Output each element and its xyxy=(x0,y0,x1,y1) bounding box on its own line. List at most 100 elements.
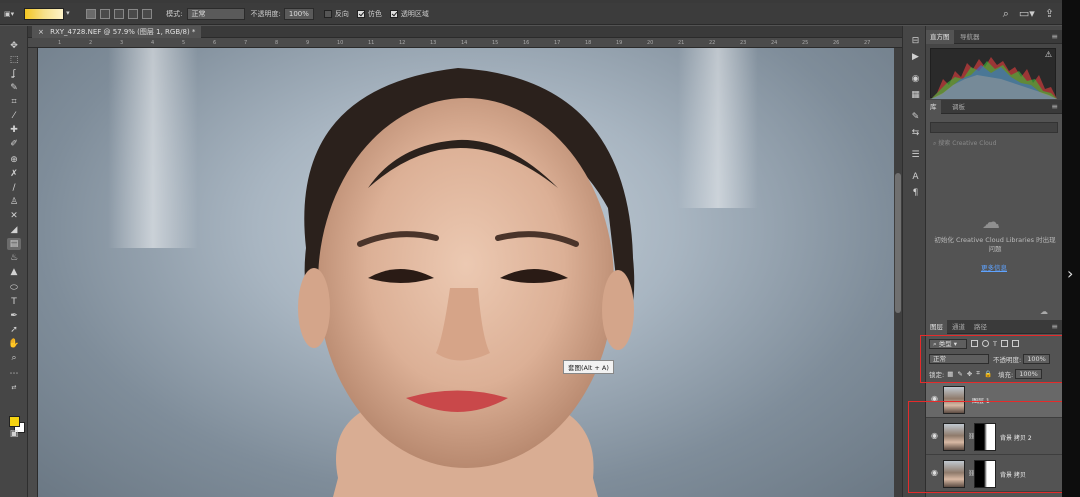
ruler-tick-label: 15 xyxy=(492,40,499,46)
panel-menu-icon[interactable]: ≡ xyxy=(1051,32,1058,41)
more-info-link[interactable]: 更多信息 xyxy=(926,262,1062,272)
tool-preset-icon[interactable]: ▣▾ xyxy=(4,10,14,18)
vertical-ruler xyxy=(28,48,38,497)
tab-navigator[interactable]: 导航器 xyxy=(956,30,984,44)
share-icon[interactable]: ⇪ xyxy=(1045,7,1054,21)
gradient-dropdown-icon[interactable]: ▾ xyxy=(66,9,76,19)
options-bar: ▣▾ ▾ 模式: 正常 不透明度: 100% 反向 仿色 透明区域 ⌕ ▭▾ ⇪ xyxy=(0,3,1062,25)
tab-libraries[interactable]: 库 xyxy=(926,100,941,114)
ruler-tick-label: 20 xyxy=(647,40,654,46)
brushes-panel-icon[interactable]: ✎ xyxy=(910,112,921,123)
mode-select[interactable]: 正常 xyxy=(186,7,245,20)
ruler-tick-label: 12 xyxy=(399,40,406,46)
eraser-alt-tool-icon[interactable]: ◢ xyxy=(7,224,21,236)
dither-label: 仿色 xyxy=(367,9,382,18)
search-icon[interactable]: ⌕ xyxy=(1003,7,1009,21)
transparency-label: 透明区域 xyxy=(400,9,429,18)
ruler-tick-label: 13 xyxy=(430,40,437,46)
scrollbar-thumb[interactable] xyxy=(895,173,901,313)
ruler-tick-label: 8 xyxy=(275,40,279,46)
pen-tool-icon[interactable]: ⬭ xyxy=(7,282,21,294)
gradient-swatch[interactable] xyxy=(24,7,65,20)
zoom-tool-icon[interactable]: ⌕ xyxy=(7,352,21,364)
ruler-tick-label: 17 xyxy=(554,40,561,46)
transparency-checkbox[interactable] xyxy=(389,9,398,18)
options-right-icons: ⌕ ▭▾ ⇪ xyxy=(1003,7,1054,21)
type-tool-icon[interactable]: T xyxy=(7,296,21,308)
linear-gradient-button[interactable] xyxy=(86,8,97,19)
dodge-tool-icon[interactable]: ▲ xyxy=(7,266,21,278)
tab-layers[interactable]: 图层 xyxy=(926,320,947,334)
tab-adjustments[interactable]: 调板 xyxy=(948,100,969,114)
marquee-tool-icon[interactable]: ⬚ xyxy=(7,54,21,66)
gradient-tool-icon[interactable]: ▤ xyxy=(7,238,21,250)
angle-gradient-button[interactable] xyxy=(114,8,125,19)
history-tool-icon[interactable]: ✕ xyxy=(7,210,21,222)
histogram-graph xyxy=(931,57,1057,99)
libraries-panel: ⌕ 搜索 Creative Cloud ☁ 初始化 Creative Cloud… xyxy=(926,114,1062,324)
layers-tabs: 图层 通道 路径 ≡ xyxy=(926,320,1062,334)
tools-panel: ✥ ⬚ ʆ ✎ ⌗ ⁄ ✚ ✐ ⊕ ✗ / ♙ ✕ ◢ ▤ ♨ ▲ ⬭ T ✒ … xyxy=(0,26,28,497)
chevron-right-icon[interactable]: › xyxy=(1067,264,1073,283)
history-panel-icon[interactable]: ⊟ xyxy=(910,36,921,47)
mode-label: 模式: xyxy=(166,9,183,18)
reflected-gradient-button[interactable] xyxy=(128,8,139,19)
brush-tool-icon[interactable]: ✐ xyxy=(7,138,21,150)
library-select[interactable] xyxy=(930,122,1058,133)
creative-cloud-icon: ☁ xyxy=(982,212,1000,233)
hand-tool-icon[interactable]: ✋ xyxy=(7,338,21,350)
adjustments-panel-icon[interactable]: ⇆ xyxy=(910,128,921,139)
blur-tool-icon[interactable]: ♨ xyxy=(7,252,21,264)
tab-histogram[interactable]: 直方图 xyxy=(926,30,954,44)
panel-menu-icon[interactable]: ≡ xyxy=(1051,102,1058,111)
stamp-tool-icon[interactable]: ♙ xyxy=(7,196,21,208)
paragraph-panel-icon[interactable]: ¶ xyxy=(910,188,921,199)
dither-checkbox[interactable] xyxy=(356,9,365,18)
ruler-tick-label: 27 xyxy=(864,40,871,46)
screen-mode-icon[interactable]: ▣ xyxy=(7,428,21,440)
move-tool-icon[interactable]: ✥ xyxy=(7,40,21,52)
ruler-tick-label: 3 xyxy=(120,40,124,46)
foreground-color-swatch[interactable] xyxy=(9,416,20,427)
opacity-field[interactable]: 100% xyxy=(283,7,314,20)
path-select-tool-icon[interactable]: ✒ xyxy=(7,310,21,322)
right-edge-strip: › xyxy=(1062,0,1080,497)
ear-left xyxy=(298,268,330,348)
radial-gradient-button[interactable] xyxy=(100,8,111,19)
direct-select-tool-icon[interactable]: ➚ xyxy=(7,324,21,336)
document-canvas[interactable]: 套图(Alt + A) xyxy=(38,48,894,497)
canvas-scrollbar[interactable] xyxy=(894,48,902,497)
diamond-gradient-button[interactable] xyxy=(142,8,153,19)
warning-icon[interactable]: ⚠ xyxy=(1045,50,1052,59)
spot-heal-tool-icon[interactable]: ✚ xyxy=(7,124,21,136)
more-tools-icon[interactable]: ⋯ xyxy=(7,368,21,380)
history-brush-tool-icon[interactable]: ✗ xyxy=(7,168,21,180)
properties-panel-icon[interactable]: ☰ xyxy=(910,150,921,161)
quick-select-tool-icon[interactable]: ✎ xyxy=(7,82,21,94)
tab-channels[interactable]: 通道 xyxy=(948,320,969,334)
ruler-tick-label: 11 xyxy=(368,40,375,46)
character-panel-icon[interactable]: A xyxy=(910,172,921,183)
swatches-panel-icon[interactable]: ▦ xyxy=(910,90,921,101)
swap-colors-icon[interactable]: ⇄ xyxy=(7,382,21,394)
ruler-tick-label: 26 xyxy=(833,40,840,46)
crop-tool-icon[interactable]: ⌗ xyxy=(7,96,21,108)
document-tab[interactable]: × RXY_4728.NEF @ 57.9% (图层 1, RGB/8) * xyxy=(32,26,202,38)
color-panel-icon[interactable]: ◉ xyxy=(910,74,921,85)
clone-stamp-tool-icon[interactable]: ⊕ xyxy=(7,154,21,166)
reverse-checkbox[interactable] xyxy=(323,9,332,18)
eyedropper-tool-icon[interactable]: ⁄ xyxy=(7,110,21,122)
panel-menu-icon[interactable]: ≡ xyxy=(1051,322,1058,331)
document-tab-bar: × RXY_4728.NEF @ 57.9% (图层 1, RGB/8) * xyxy=(28,26,902,38)
tab-paths[interactable]: 路径 xyxy=(970,320,991,334)
ruler-tick-label: 14 xyxy=(461,40,468,46)
workspace-icon[interactable]: ▭▾ xyxy=(1019,7,1035,21)
library-search[interactable]: ⌕ 搜索 Creative Cloud xyxy=(930,138,1058,149)
close-icon[interactable]: × xyxy=(38,28,44,36)
eraser-tool-icon[interactable]: / xyxy=(7,182,21,194)
actions-panel-icon[interactable]: ▶ xyxy=(910,52,921,63)
lasso-tool-icon[interactable]: ʆ xyxy=(7,68,21,80)
ruler-tick-label: 2 xyxy=(89,40,93,46)
library-error-message: 初始化 Creative Cloud Libraries 时出现问题 xyxy=(934,236,1056,253)
cloud-sync-icon[interactable]: ☁ xyxy=(1040,307,1048,316)
